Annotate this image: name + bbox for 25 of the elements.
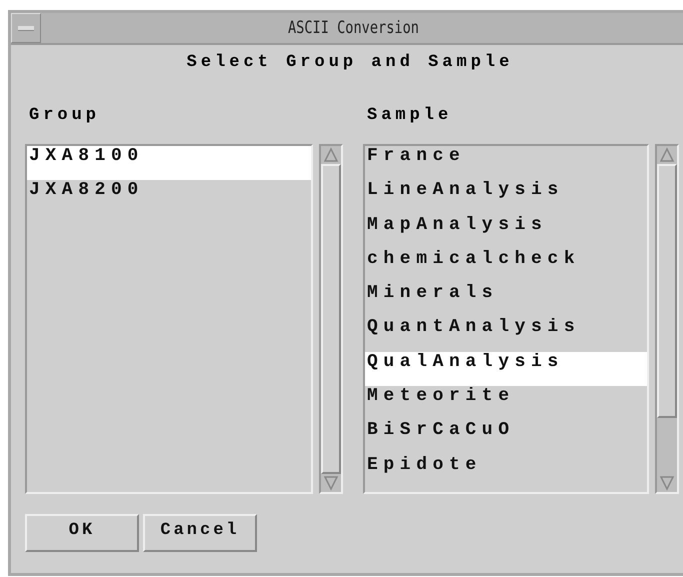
list-item[interactable]: JXA8100 (27, 146, 311, 180)
list-item[interactable]: QuantAnalysis (365, 317, 647, 352)
cancel-button[interactable]: Cancel (143, 514, 257, 552)
list-item[interactable]: Minerals (365, 283, 647, 318)
list-label: Sample (367, 106, 454, 127)
list-item[interactable]: chemicalcheck (365, 248, 647, 284)
scroll-down-icon[interactable] (657, 474, 677, 492)
scroll-up-icon[interactable] (657, 146, 677, 164)
scrollbar[interactable] (655, 144, 679, 494)
list-item[interactable]: JXA8200 (27, 180, 311, 215)
dialog-heading: Select Group and Sample (186, 53, 514, 72)
scrollbar[interactable] (319, 144, 343, 494)
list-item[interactable]: MapAnalysis (365, 214, 647, 249)
list-item[interactable]: France (365, 146, 647, 180)
scroll-up-icon[interactable] (321, 146, 341, 164)
list-item[interactable]: Epidote (365, 454, 647, 489)
window-menu-button[interactable] (11, 13, 41, 43)
window-title: ASCII Conversion (286, 17, 420, 40)
list-label: Group (29, 106, 102, 127)
scroll-down-icon[interactable] (321, 474, 341, 492)
ok-button[interactable]: OK (25, 514, 139, 552)
list-item[interactable]: LineAnalysis (365, 180, 647, 215)
list-item[interactable]: BiSrCaCuO (365, 420, 647, 455)
list-item[interactable]: QualAnalysis (365, 352, 647, 386)
list-item[interactable]: Meteorite (365, 386, 647, 420)
